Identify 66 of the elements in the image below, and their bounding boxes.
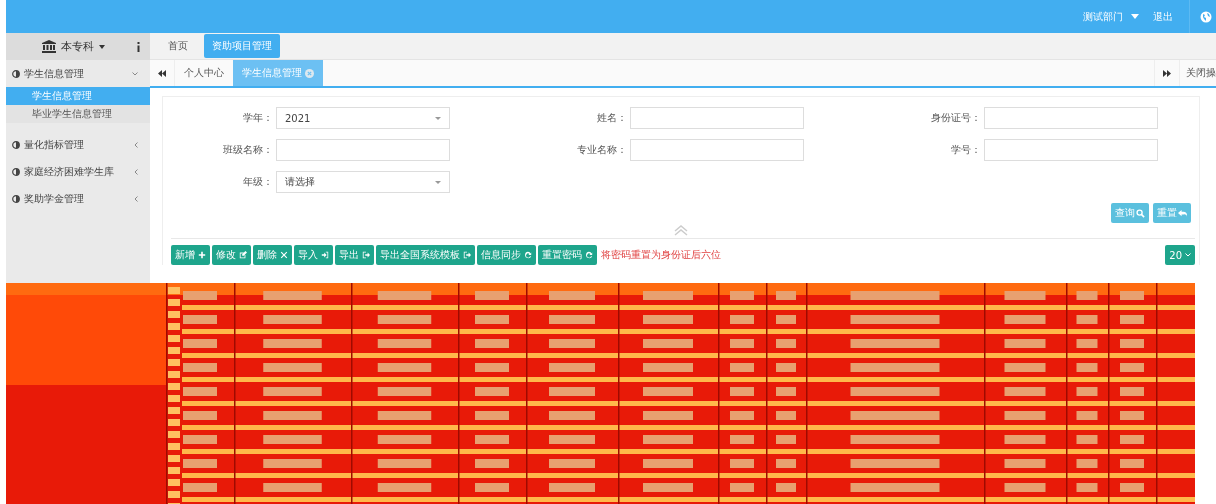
form-button[interactable]: 查询 xyxy=(1111,203,1149,223)
select-field[interactable]: 请选择 xyxy=(276,171,450,193)
search-icon xyxy=(1136,208,1145,218)
chevron-down-icon xyxy=(1185,253,1191,257)
scroll-right-icon[interactable] xyxy=(1163,69,1171,77)
input-field[interactable] xyxy=(984,139,1158,161)
toolbar-button[interactable]: 重置密码 xyxy=(538,245,597,265)
form-button[interactable]: 重置 xyxy=(1153,203,1191,223)
scroll-left-icon[interactable] xyxy=(158,69,166,77)
toolbar-button[interactable]: 信息同步 xyxy=(477,245,536,265)
field-label: 年级： xyxy=(242,175,273,189)
select-field[interactable]: 2021 xyxy=(276,107,450,129)
field-label: 姓名： xyxy=(596,111,627,125)
close-operations-menu[interactable]: 关闭操 xyxy=(1186,66,1216,80)
toolbar-button[interactable]: 导入 xyxy=(294,245,333,265)
half-circle-icon xyxy=(12,167,20,176)
collapse-icon[interactable] xyxy=(674,225,688,236)
hint-text: 将密码重置为身份证后六位 xyxy=(601,248,721,262)
field-label: 班级名称： xyxy=(222,143,273,157)
field-label: 学年： xyxy=(242,111,273,125)
close-icon[interactable] xyxy=(305,68,314,78)
toolbar-button[interactable]: 删除 xyxy=(253,245,292,265)
program-dropdown[interactable]: 本专科 xyxy=(61,39,94,54)
field-label: 学号： xyxy=(950,143,981,157)
bank-icon xyxy=(42,40,56,53)
export-icon xyxy=(362,251,370,259)
department-dropdown[interactable]: 测试部门 xyxy=(1083,9,1123,24)
edit-icon xyxy=(239,251,247,259)
nav-tab[interactable]: 首页 xyxy=(160,34,196,58)
globe-icon[interactable] xyxy=(1200,10,1212,23)
refresh-icon xyxy=(524,251,532,259)
caret-icon xyxy=(99,44,105,49)
sidebar-subitem[interactable]: 学生信息管理 xyxy=(6,87,150,105)
page-tab[interactable]: 学生信息管理 xyxy=(233,60,323,86)
toolbar-button[interactable]: 修改 xyxy=(212,245,251,265)
page-size-dropdown[interactable]: 20 xyxy=(1165,245,1195,265)
half-circle-icon xyxy=(12,140,20,149)
export-icon xyxy=(463,251,471,259)
sidebar-menu-item[interactable]: 学生信息管理 xyxy=(24,66,84,81)
logout-link[interactable]: 退出 xyxy=(1147,10,1179,22)
sidebar-menu-item[interactable]: 奖助学金管理 xyxy=(24,191,84,206)
times-icon xyxy=(280,251,288,259)
import-icon xyxy=(321,251,329,259)
caret-icon xyxy=(435,116,441,120)
input-field[interactable] xyxy=(276,139,450,161)
toolbar-button[interactable]: 导出全国系统模板 xyxy=(376,245,475,265)
nav-tab[interactable]: 资助项目管理 xyxy=(204,34,280,58)
page-tab[interactable]: 个人中心 xyxy=(175,60,233,86)
caret-icon xyxy=(435,180,441,184)
sidebar-menu-item[interactable]: 量化指标管理 xyxy=(24,137,84,152)
half-circle-icon xyxy=(12,69,20,78)
input-field[interactable] xyxy=(630,139,804,161)
toolbar-button[interactable]: 导出 xyxy=(335,245,374,265)
toolbar-button[interactable]: 新增 xyxy=(171,245,210,265)
refresh-icon xyxy=(585,251,593,259)
field-label: 身份证号： xyxy=(930,111,981,125)
input-field[interactable] xyxy=(984,107,1158,129)
input-field[interactable] xyxy=(630,107,804,129)
plus-icon xyxy=(198,251,206,259)
field-label: 专业名称： xyxy=(576,143,627,157)
undo-icon xyxy=(1178,208,1187,218)
half-circle-icon xyxy=(12,194,20,203)
caret-icon xyxy=(1131,14,1139,19)
more-icon[interactable] xyxy=(137,41,140,52)
sidebar-menu-item[interactable]: 家庭经济困难学生库 xyxy=(24,164,114,179)
sidebar-subitem[interactable]: 毕业学生信息管理 xyxy=(6,105,150,123)
